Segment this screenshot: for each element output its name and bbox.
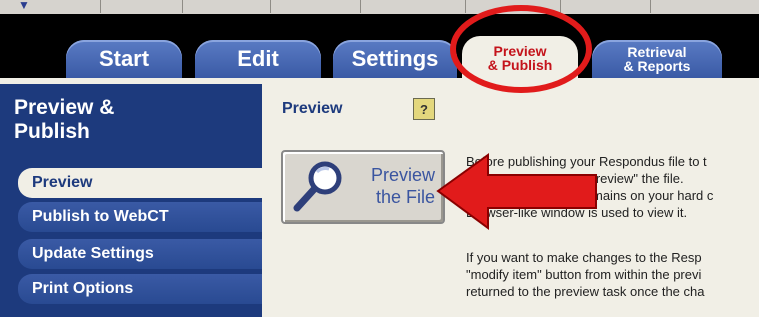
- tab-edit[interactable]: Edit: [195, 40, 321, 78]
- preview-button-label: Preview the File: [335, 164, 435, 208]
- sidebar-item-label: Update Settings: [32, 245, 154, 262]
- tab-preview-publish-label-line2: & Publish: [487, 57, 553, 73]
- help-icon: ?: [420, 101, 428, 117]
- sidebar-item-preview[interactable]: Preview: [18, 168, 262, 198]
- tab-start-label: Start: [98, 46, 150, 71]
- sidebar-item-print-options[interactable]: Print Options: [18, 274, 262, 304]
- main-panel: Preview ? Preview the File Before publis…: [262, 84, 759, 317]
- sidebar-item-label: Print Options: [32, 280, 134, 297]
- help-button[interactable]: ?: [413, 98, 435, 120]
- tab-preview-publish-label-line1: Preview: [493, 43, 547, 59]
- tab-start[interactable]: Start: [66, 40, 182, 78]
- toolbar-separator: [465, 0, 466, 13]
- tab-settings[interactable]: Settings: [333, 40, 457, 78]
- sidebar-item-update-settings[interactable]: Update Settings: [18, 239, 262, 269]
- main-tab-bar: Start Edit Settings Preview & Publish Re…: [0, 14, 759, 80]
- preview-button-label-line2: the File: [375, 187, 435, 207]
- sidebar: Preview & Publish Preview Publish to Web…: [0, 84, 262, 317]
- top-toolbar: ▼: [0, 0, 759, 15]
- page-title: Preview: [282, 100, 343, 117]
- tab-edit-label: Edit: [237, 46, 279, 71]
- preview-the-file-button[interactable]: Preview the File: [281, 150, 445, 224]
- toolbar-separator: [650, 0, 651, 13]
- toolbar-separator: [560, 0, 561, 13]
- description-line: If you want to make changes to the Resp: [466, 250, 702, 265]
- description-line: Browser-like window is used to view it.: [466, 205, 688, 220]
- sidebar-title-line2: Publish: [14, 120, 90, 143]
- tab-settings-label: Settings: [351, 46, 439, 71]
- sidebar-title: Preview & Publish: [14, 96, 254, 144]
- tab-retrieval-reports-label-line2: & Reports: [623, 58, 691, 74]
- description-line: Before publishing your Respondus file to…: [466, 154, 707, 169]
- description-line: "modify item" button from within the pre…: [466, 267, 702, 282]
- toolbar-icon[interactable]: ▼: [18, 0, 30, 12]
- sidebar-item-label: Preview: [32, 174, 93, 191]
- sidebar-title-line1: Preview &: [14, 96, 115, 119]
- preview-button-label-line1: Preview: [370, 165, 435, 185]
- description-line: returned to the preview task once the ch…: [466, 284, 705, 299]
- tab-preview-publish[interactable]: Preview & Publish: [462, 36, 578, 80]
- tab-retrieval-reports-label-line1: Retrieval: [627, 44, 687, 60]
- sidebar-item-publish-to-webct[interactable]: Publish to WebCT: [18, 202, 262, 232]
- toolbar-separator: [100, 0, 101, 13]
- toolbar-separator: [360, 0, 361, 13]
- description-line: "preview" the file.: [584, 171, 684, 186]
- toolbar-separator: [182, 0, 183, 13]
- toolbar-separator: [270, 0, 271, 13]
- description-line: mains on your hard c: [592, 188, 714, 203]
- sidebar-item-label: Publish to WebCT: [32, 208, 169, 225]
- tab-retrieval-reports[interactable]: Retrieval & Reports: [592, 40, 722, 78]
